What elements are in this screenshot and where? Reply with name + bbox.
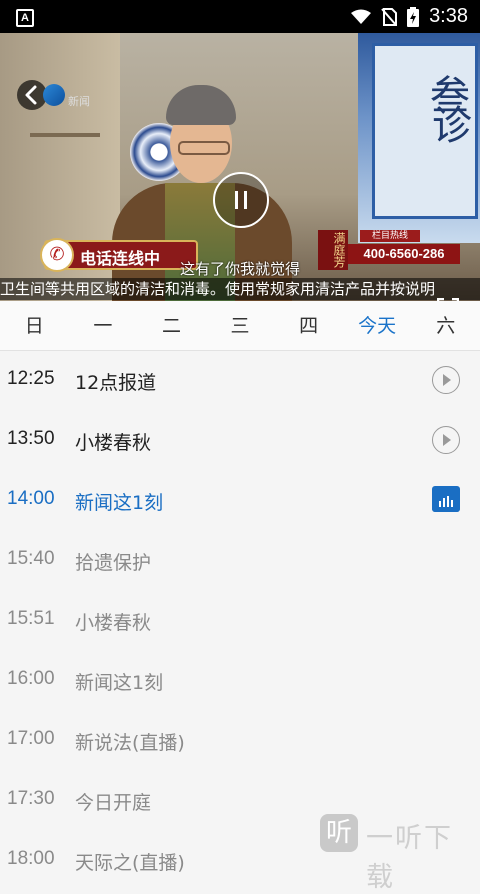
schedule-row[interactable]: 17:00 新说法(直播) (0, 710, 480, 770)
schedule-time: 13:50 (7, 428, 55, 449)
schedule-time: 17:00 (7, 728, 55, 749)
day-tab[interactable]: 今天 (343, 301, 412, 350)
schedule-title: 12点报道 (75, 372, 157, 394)
schedule-time: 12:25 (7, 368, 55, 389)
video-player[interactable]: 叁 诊 ✆ 电话连线中 满庭芳 栏目热线 400-6560-286 这有了你我就… (0, 33, 480, 301)
news-crawl: 卫生间等共用区域的清洁和消毒。使用常规家用清洁产品并按说明 (0, 278, 480, 300)
channel-logo (43, 84, 65, 106)
schedule-title: 小楼春秋 (75, 612, 152, 634)
day-tabs: 日一二三四今天六 (0, 301, 480, 351)
day-tab[interactable]: 六 (411, 301, 480, 350)
status-time: 3:38 (429, 5, 468, 27)
watermark-text: 一听下载 (366, 823, 453, 893)
pause-button[interactable] (213, 172, 269, 228)
studio-panel-char: 诊 (432, 103, 472, 149)
studio-shelf (30, 133, 100, 137)
schedule-title: 新说法(直播) (75, 732, 185, 754)
video-subtitle: 这有了你我就觉得 (179, 260, 300, 278)
day-tab[interactable]: 三 (206, 301, 275, 350)
channel-label: 新闻 (68, 95, 90, 108)
schedule-row[interactable]: 14:00 新闻这1刻 (0, 470, 480, 530)
schedule-time: 18:00 (7, 848, 55, 869)
schedule-title: 今日开庭 (75, 792, 152, 814)
status-bar: A 3:38 (0, 0, 480, 33)
schedule-row[interactable]: 13:50 小楼春秋 (0, 410, 480, 470)
live-tv-icon[interactable] (432, 486, 460, 512)
day-tab[interactable]: 日 (0, 301, 69, 350)
watermark: 听 一听下载 (320, 810, 480, 893)
schedule-row[interactable]: 15:40 拾遗保护 (0, 530, 480, 590)
schedule-list: 12:25 12点报道 13:50 小楼春秋 14:00 新闻这1刻 15:40 拾遗保护 15… (0, 350, 480, 890)
replay-play-icon[interactable] (432, 426, 460, 454)
schedule-time: 17:30 (7, 788, 55, 809)
day-tab[interactable]: 四 (274, 301, 343, 350)
presenter-hat (166, 85, 236, 125)
schedule-row[interactable]: 12:25 12点报道 (0, 350, 480, 410)
schedule-row[interactable]: 15:51 小楼春秋 (0, 590, 480, 650)
status-icons: 3:38 (351, 0, 468, 33)
app-notification-icon: A (16, 9, 34, 27)
schedule-title: 新闻这1刻 (75, 672, 164, 694)
battery-charging-icon (407, 6, 420, 27)
schedule-title: 天际之(直播) (75, 852, 185, 874)
replay-play-icon[interactable] (432, 366, 460, 394)
day-tab[interactable]: 一 (69, 301, 138, 350)
watermark-logo: 听 (320, 814, 358, 852)
presenter-glasses (178, 141, 230, 155)
schedule-time: 16:00 (7, 668, 55, 689)
schedule-row[interactable]: 16:00 新闻这1刻 (0, 650, 480, 710)
wifi-icon (351, 9, 372, 24)
schedule-title: 拾遗保护 (75, 552, 152, 574)
hotline-label: 栏目热线 (360, 230, 420, 242)
no-sim-icon (381, 7, 398, 26)
schedule-title: 小楼春秋 (75, 432, 152, 454)
schedule-time: 14:00 (7, 488, 55, 509)
schedule-time: 15:40 (7, 548, 55, 569)
schedule-time: 15:51 (7, 608, 55, 629)
schedule-title: 新闻这1刻 (75, 492, 164, 514)
day-tab[interactable]: 二 (137, 301, 206, 350)
